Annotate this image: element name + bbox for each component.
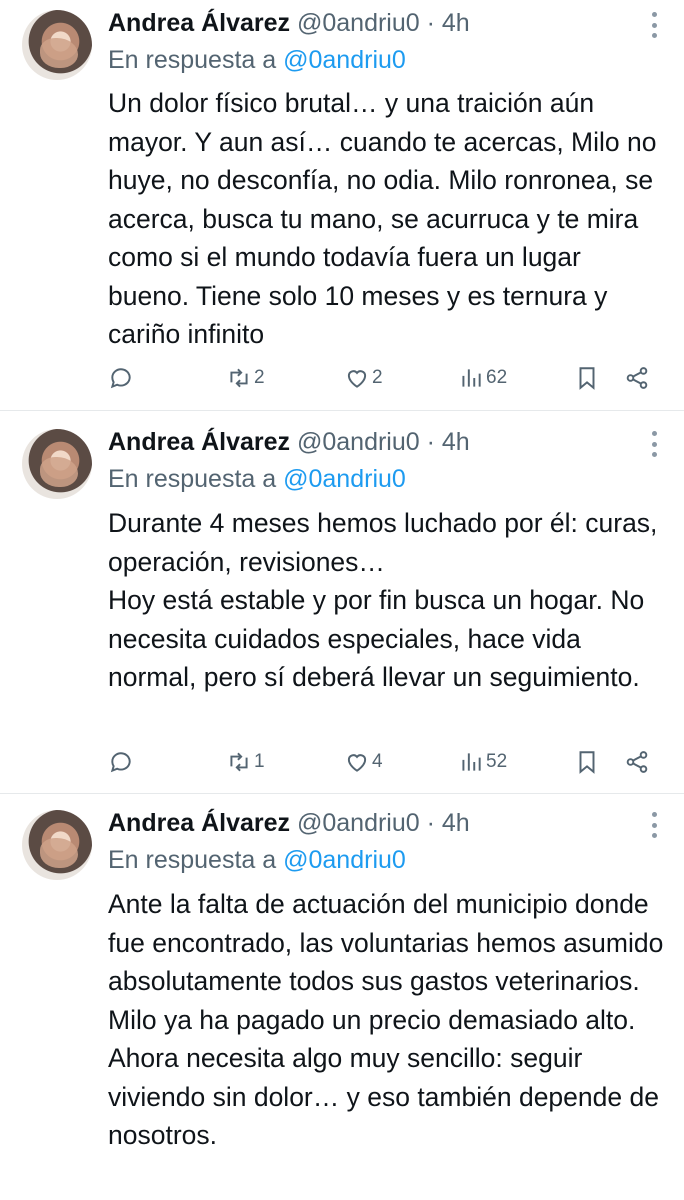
like-button[interactable]: 4 — [344, 744, 383, 780]
action-bar: 1 4 52 — [108, 744, 660, 780]
tweet-3[interactable]: Andrea Álvarez @0andriu0 · 4h En respues… — [0, 794, 684, 1200]
retweet-button[interactable]: 2 — [226, 360, 265, 396]
speech-bubble-icon — [110, 752, 131, 773]
avatar[interactable] — [22, 10, 92, 80]
retweet-count: 1 — [254, 751, 265, 772]
reply-prefix: En respuesta a — [108, 465, 277, 493]
more-options-icon[interactable] — [650, 812, 658, 838]
tweet-paragraph: Ante la falta de actuación del municipio… — [108, 889, 664, 996]
retweet-button[interactable]: 1 — [226, 744, 265, 780]
views-button[interactable]: 62 — [458, 360, 507, 396]
reply-button[interactable] — [108, 744, 134, 780]
reply-prefix: En respuesta a — [108, 46, 277, 74]
tweet-paragraph: Un dolor físico brutal… y una traición a… — [108, 88, 657, 349]
author-handle[interactable]: @0andriu0 — [297, 9, 420, 37]
tweet-paragraph: Hoy está estable y por fin busca un hoga… — [108, 585, 645, 692]
retweet-count: 2 — [254, 367, 265, 388]
share-icon — [626, 367, 648, 389]
bookmark-button[interactable] — [574, 744, 600, 780]
author-name[interactable]: Andrea Álvarez — [108, 9, 290, 37]
separator-dot: · — [426, 9, 435, 37]
like-count: 4 — [372, 751, 383, 772]
more-options-icon[interactable] — [650, 12, 658, 38]
reply-context: En respuesta a @0andriu0 — [108, 45, 406, 75]
tweet-header: Andrea Álvarez @0andriu0 · 4h — [108, 808, 470, 838]
separator-dot: · — [426, 428, 435, 456]
tweet-text: Durante 4 meses hemos luchado por él: cu… — [108, 504, 668, 697]
tweet-1[interactable]: Andrea Álvarez @0andriu0 · 4h En respues… — [0, 0, 684, 411]
author-name[interactable]: Andrea Álvarez — [108, 428, 290, 456]
avatar[interactable] — [22, 429, 92, 499]
share-button[interactable] — [624, 744, 650, 780]
separator-dot: · — [426, 809, 435, 837]
views-count: 52 — [486, 751, 508, 772]
reply-button[interactable] — [108, 360, 134, 396]
retweet-icon — [230, 368, 248, 388]
tweet-header: Andrea Álvarez @0andriu0 · 4h — [108, 427, 470, 457]
timestamp[interactable]: 4h — [442, 9, 470, 37]
tweet-paragraph: Durante 4 meses hemos luchado por él: cu… — [108, 508, 658, 577]
reply-context: En respuesta a @0andriu0 — [108, 845, 406, 875]
action-bar: 2 2 62 — [108, 360, 660, 396]
speech-bubble-icon — [110, 368, 131, 389]
views-button[interactable]: 52 — [458, 744, 507, 780]
bookmark-button[interactable] — [574, 360, 600, 396]
heart-icon — [347, 370, 367, 388]
like-count: 2 — [372, 367, 383, 388]
reply-mention-link[interactable]: @0andriu0 — [283, 46, 406, 74]
reply-mention-link[interactable]: @0andriu0 — [283, 465, 406, 493]
views-count: 62 — [486, 367, 508, 388]
avatar[interactable] — [22, 810, 92, 880]
author-name[interactable]: Andrea Álvarez — [108, 809, 290, 837]
bookmark-icon — [579, 367, 595, 390]
heart-icon — [347, 754, 367, 772]
author-handle[interactable]: @0andriu0 — [297, 809, 420, 837]
like-button[interactable]: 2 — [344, 360, 383, 396]
bar-chart-icon — [462, 753, 481, 771]
bookmark-icon — [579, 751, 595, 774]
tweet-text: Un dolor físico brutal… y una traición a… — [108, 84, 668, 354]
bar-chart-icon — [462, 369, 481, 387]
share-button[interactable] — [624, 360, 650, 396]
reply-prefix: En respuesta a — [108, 846, 277, 874]
reply-mention-link[interactable]: @0andriu0 — [283, 846, 406, 874]
reply-context: En respuesta a @0andriu0 — [108, 464, 406, 494]
more-options-icon[interactable] — [650, 431, 658, 457]
share-icon — [626, 751, 648, 773]
tweet-paragraph: Milo ya ha pagado un precio demasiado al… — [108, 1004, 659, 1151]
retweet-icon — [230, 752, 248, 772]
timestamp[interactable]: 4h — [442, 428, 470, 456]
tweet-text: Ante la falta de actuación del municipio… — [108, 885, 668, 1155]
author-handle[interactable]: @0andriu0 — [297, 428, 420, 456]
tweet-2[interactable]: Andrea Álvarez @0andriu0 · 4h En respues… — [0, 411, 684, 794]
tweet-header: Andrea Álvarez @0andriu0 · 4h — [108, 8, 470, 38]
timestamp[interactable]: 4h — [442, 809, 470, 837]
